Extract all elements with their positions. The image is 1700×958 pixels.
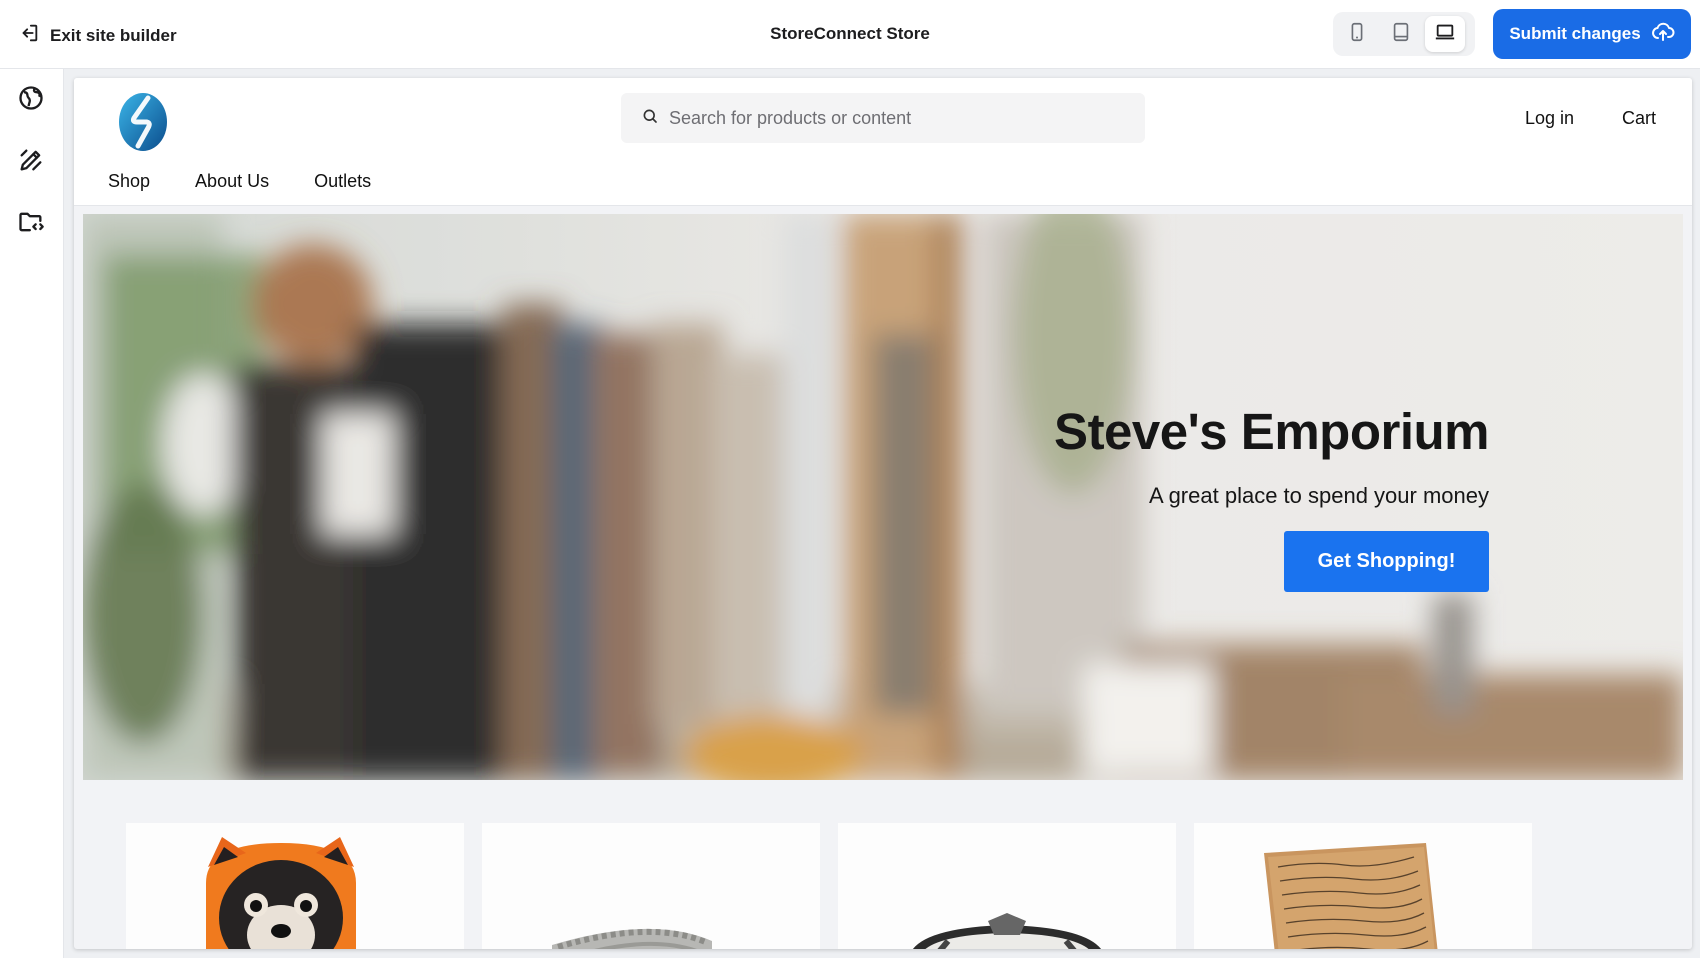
exit-icon [18, 22, 40, 49]
product-image-plush-raccoon [126, 823, 464, 949]
folder-code-icon [17, 208, 45, 241]
nav-item-shop[interactable]: Shop [108, 171, 150, 192]
nav-item-about-us[interactable]: About Us [195, 171, 269, 192]
tablet-view-button[interactable] [1381, 16, 1421, 52]
design-pen-icon [17, 146, 45, 179]
preview-canvas: Log in Cart Shop About Us Outlets [64, 69, 1700, 958]
product-card[interactable] [1194, 823, 1532, 949]
device-switcher [1333, 12, 1475, 56]
site-preview-frame: Log in Cart Shop About Us Outlets [74, 78, 1692, 949]
submit-label: Submit changes [1509, 24, 1641, 43]
product-card[interactable] [838, 823, 1176, 949]
product-image-handwritten-note [1194, 823, 1532, 949]
phone-icon [1346, 21, 1368, 48]
exit-site-builder-button[interactable]: Exit site builder [18, 22, 177, 49]
exit-label: Exit site builder [50, 25, 177, 45]
hero-banner: Steve's Emporium A great place to spend … [83, 214, 1683, 780]
tablet-icon [1390, 21, 1412, 48]
cloud-upload-icon [1651, 20, 1675, 49]
site-header: Log in Cart Shop About Us Outlets [74, 78, 1692, 206]
laptop-icon [1434, 21, 1456, 48]
mobile-view-button[interactable] [1337, 16, 1377, 52]
site-search-bar[interactable] [621, 93, 1145, 143]
code-files-button[interactable] [14, 207, 48, 241]
product-card[interactable] [482, 823, 820, 949]
get-shopping-button[interactable]: Get Shopping! [1284, 531, 1489, 592]
builder-topbar: Exit site builder StoreConnect Store Sub… [0, 0, 1700, 69]
search-icon [641, 107, 659, 130]
submit-changes-button[interactable]: Submit changes [1493, 9, 1691, 59]
product-image-steel-watch [838, 823, 1176, 949]
desktop-view-button[interactable] [1425, 16, 1465, 52]
design-button[interactable] [14, 145, 48, 179]
globe-icon [17, 84, 45, 117]
site-settings-button[interactable] [14, 83, 48, 117]
storeconnect-logo[interactable] [117, 88, 169, 152]
site-nav: Shop About Us Outlets [108, 171, 371, 192]
builder-sidebar [0, 69, 64, 958]
hero-content: Steve's Emporium A great place to spend … [1054, 402, 1489, 592]
product-card[interactable] [126, 823, 464, 949]
site-search-input[interactable] [669, 107, 1109, 129]
product-image-silver-watch [482, 823, 820, 949]
product-grid [126, 823, 1532, 949]
login-link[interactable]: Log in [1525, 108, 1574, 129]
nav-item-outlets[interactable]: Outlets [314, 171, 371, 192]
hero-subtitle: A great place to spend your money [1149, 483, 1489, 508]
hero-title: Steve's Emporium [1054, 403, 1489, 460]
cart-link[interactable]: Cart [1622, 108, 1656, 129]
